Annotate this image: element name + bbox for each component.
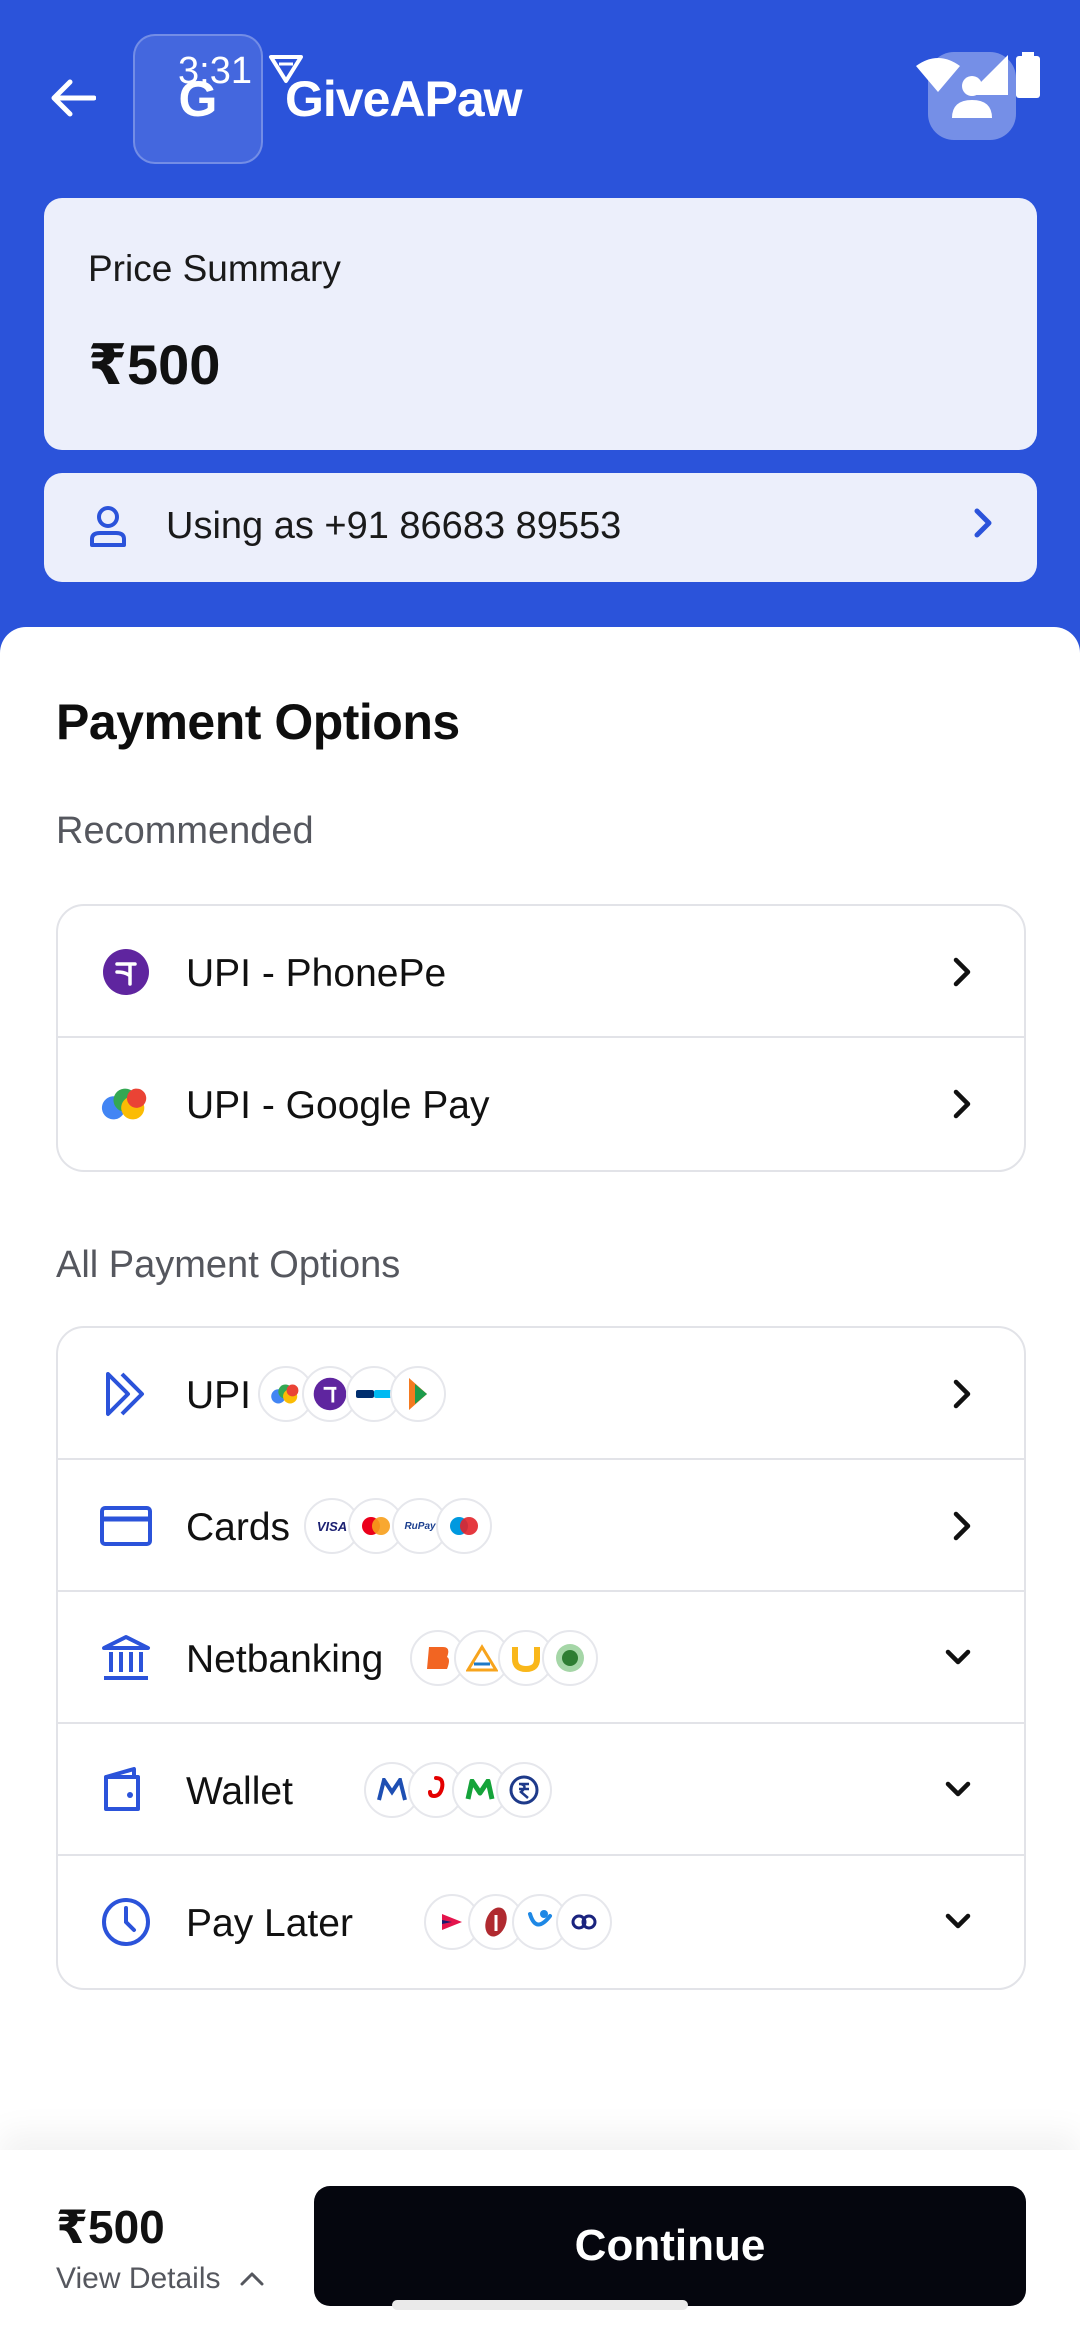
bank-icon: [100, 1632, 152, 1684]
payment-options-title: Payment Options: [56, 694, 460, 750]
chevron-right-icon: [953, 957, 971, 987]
wallet-badges: [364, 1762, 552, 1818]
cards-label: Cards: [186, 1506, 291, 1549]
google-pay-option[interactable]: UPI - Google Pay: [58, 1038, 1024, 1170]
phonepe-icon: [100, 946, 152, 998]
visa-badge-text: VISA: [316, 1518, 348, 1534]
chevron-right-icon: [974, 508, 992, 538]
pay-later-label: Pay Later: [186, 1902, 353, 1945]
wallet-option[interactable]: Wallet: [58, 1724, 1024, 1856]
pay-later-option[interactable]: Pay Later: [58, 1856, 1024, 1988]
netbanking-label: Netbanking: [186, 1638, 384, 1681]
clock-icon: [100, 1896, 152, 1948]
checkout-footer: ₹500 View Details Continue: [0, 2150, 1080, 2340]
user-icon: [952, 76, 992, 118]
recommended-list: UPI - PhonePe UPI - Google Pay: [56, 904, 1026, 1172]
chevron-right-icon: [953, 1511, 971, 1541]
google-pay-icon: [100, 1078, 152, 1130]
recommended-heading: Recommended: [56, 810, 314, 852]
chevron-down-icon: [945, 1781, 971, 1797]
arrow-left-icon: [51, 79, 96, 117]
chevron-right-icon: [953, 1379, 971, 1409]
wallet-icon: [100, 1764, 152, 1816]
phonepe-option[interactable]: UPI - PhonePe: [58, 906, 1024, 1038]
card-icon: [100, 1500, 152, 1552]
price-summary-label: Price Summary: [88, 248, 341, 289]
google-pay-label: UPI - Google Pay: [186, 1084, 490, 1127]
upi-app-badges: [258, 1366, 446, 1422]
account-row[interactable]: Using as +91 86683 89553: [44, 473, 1037, 582]
pay-later-badges: [424, 1894, 612, 1950]
cards-option[interactable]: Cards VISA RuPay: [58, 1460, 1024, 1592]
card-network-badges: VISA RuPay: [304, 1498, 492, 1554]
chevron-down-icon: [945, 1649, 971, 1665]
person-icon: [90, 506, 126, 547]
sbi-badge-icon: [542, 1630, 598, 1686]
footer-amount: ₹500: [56, 2201, 165, 2253]
zestmoney-badge-icon: [556, 1894, 612, 1950]
upi-icon: [100, 1368, 152, 1420]
wallet-label: Wallet: [186, 1770, 293, 1813]
phonepe-label: UPI - PhonePe: [186, 952, 447, 995]
profile-button[interactable]: [928, 52, 1016, 140]
price-summary-card: Price Summary ₹500: [44, 198, 1037, 450]
view-details-toggle[interactable]: View Details: [56, 2262, 265, 2296]
bank-badges: [410, 1630, 598, 1686]
view-details-label: View Details: [56, 2262, 221, 2295]
all-options-heading: All Payment Options: [56, 1244, 401, 1286]
battery-icon: [1016, 52, 1040, 98]
home-indicator[interactable]: [392, 2300, 688, 2310]
chevron-down-icon: [945, 1913, 971, 1929]
brand-logo: G: [133, 34, 263, 164]
account-text: Using as +91 86683 89553: [166, 505, 622, 547]
rupay-badge-text: RuPay: [404, 1520, 436, 1532]
chevron-right-icon: [953, 1089, 971, 1119]
price-amount: ₹500: [88, 333, 221, 396]
continue-button[interactable]: Continue: [314, 2186, 1026, 2306]
upi-option[interactable]: UPI: [58, 1328, 1024, 1460]
back-button[interactable]: [44, 70, 100, 126]
maestro-badge-icon: [436, 1498, 492, 1554]
rupee-wallet-badge-icon: [496, 1762, 552, 1818]
brand-name: GiveAPaw: [285, 71, 523, 127]
netbanking-option[interactable]: Netbanking: [58, 1592, 1024, 1724]
upi-label: UPI: [186, 1374, 252, 1417]
bhim-badge-icon: [390, 1366, 446, 1422]
chevron-up-icon: [240, 2272, 264, 2286]
all-options-list: UPI Cards VISA RuPay Netbanking Wallet P…: [56, 1326, 1026, 1990]
